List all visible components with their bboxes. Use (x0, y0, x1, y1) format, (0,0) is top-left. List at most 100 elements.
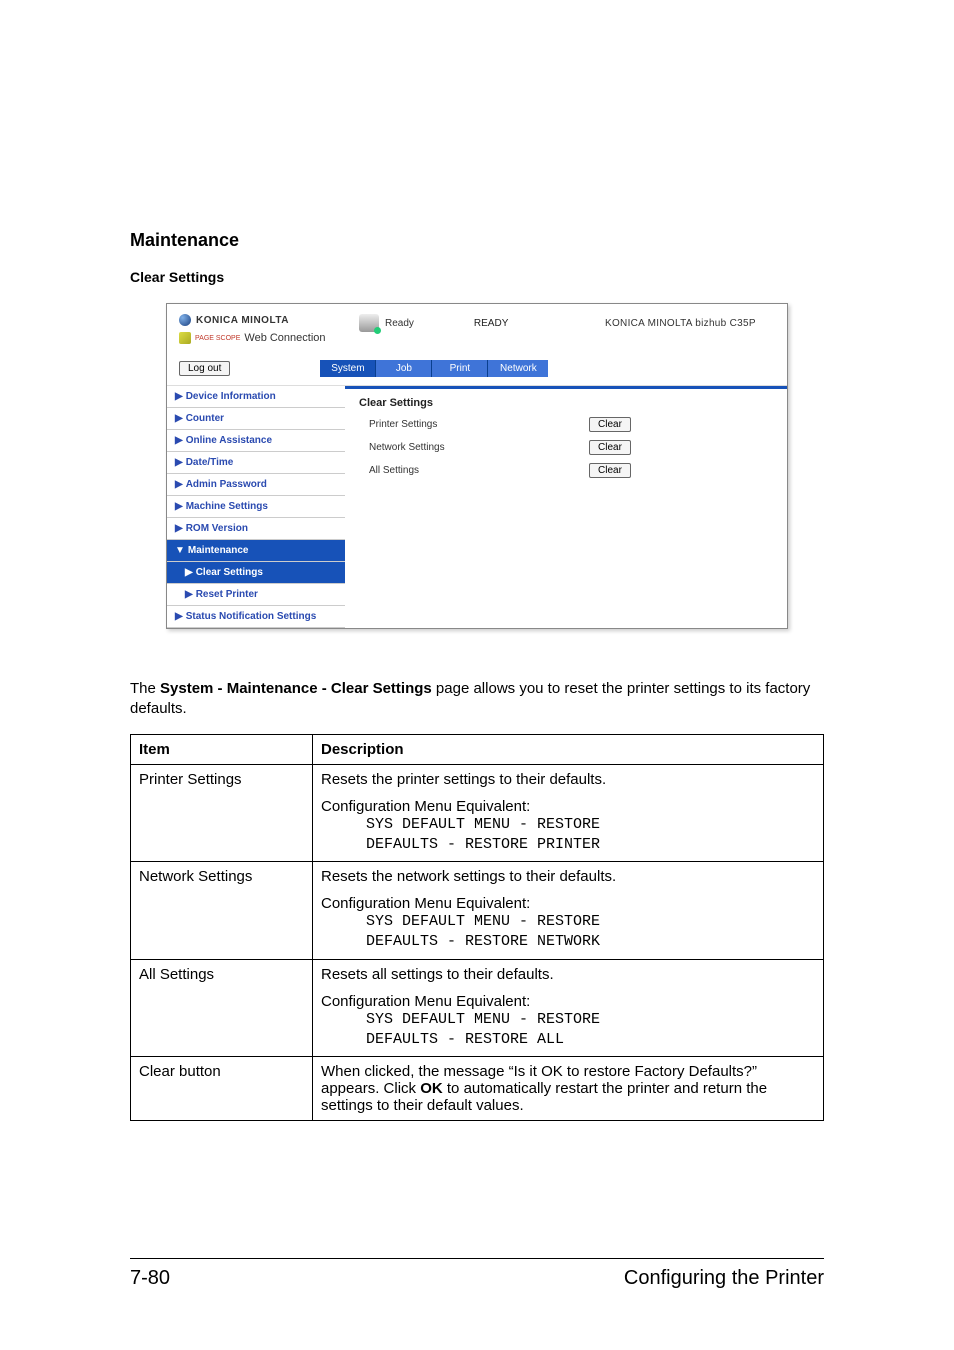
sidebar-item-label: ROM Version (186, 523, 248, 534)
logout-button[interactable]: Log out (179, 361, 230, 376)
tab-print[interactable]: Print (432, 360, 488, 377)
table-row: All Settings Resets all settings to thei… (131, 959, 824, 1057)
sidebar-item-label: Status Notification Settings (186, 611, 317, 622)
cell-desc: Resets all settings to their defaults. C… (313, 959, 824, 1057)
sidebar-item-label: Reset Printer (196, 589, 258, 600)
caret-right-icon: ▶ (185, 589, 193, 600)
sidebar-item-reset-printer[interactable]: ▶Reset Printer (167, 584, 345, 606)
col-item: Item (131, 734, 313, 764)
clear-row-network: Network Settings Clear (359, 440, 773, 455)
desc-text: Resets the network settings to their def… (321, 868, 815, 885)
sidebar-item-label: Clear Settings (196, 567, 263, 578)
desc-text: Resets all settings to their defaults. (321, 966, 815, 983)
page-footer: 7-80 Configuring the Printer (130, 1258, 824, 1290)
cell-desc: When clicked, the message “Is it OK to r… (313, 1057, 824, 1121)
status-block: Ready READY (359, 314, 605, 332)
cell-desc: Resets the network settings to their def… (313, 862, 824, 960)
caret-right-icon: ▶ (175, 391, 183, 402)
cme-path: SYS DEFAULT MENU - RESTORE DEFAULTS - RE… (366, 912, 815, 953)
heading-maintenance: Maintenance (130, 230, 824, 251)
admin-ui-screenshot: KONICA MINOLTA PAGE SCOPE Web Connection… (166, 303, 788, 629)
tab-job[interactable]: Job (376, 360, 432, 377)
sidebar-item-maintenance[interactable]: ▼Maintenance (167, 540, 345, 562)
clear-row-label: Printer Settings (359, 419, 589, 430)
toolbar: Log out System Job Print Network (167, 344, 787, 385)
caret-right-icon: ▶ (175, 479, 183, 490)
clear-button-all[interactable]: Clear (589, 463, 631, 478)
table-row: Clear button When clicked, the message “… (131, 1057, 824, 1121)
cell-item: Network Settings (131, 862, 313, 960)
caret-right-icon: ▶ (175, 457, 183, 468)
clear-row-label: All Settings (359, 465, 589, 476)
footer-section: Configuring the Printer (624, 1267, 824, 1290)
tab-bar: System Job Print Network (320, 360, 548, 377)
clear-row-label: Network Settings (359, 442, 589, 453)
caret-right-icon: ▶ (175, 611, 183, 622)
sidebar-item-label: Date/Time (186, 457, 234, 468)
tab-network[interactable]: Network (488, 360, 548, 377)
screenshot-header: KONICA MINOLTA PAGE SCOPE Web Connection… (167, 304, 787, 344)
web-connection-label: Web Connection (244, 332, 325, 344)
brand-text: KONICA MINOLTA (196, 315, 289, 326)
plug-icon (179, 332, 191, 344)
brand-block: KONICA MINOLTA PAGE SCOPE Web Connection (179, 314, 359, 344)
sidebar-item-label: Counter (186, 413, 224, 424)
printer-icon (359, 314, 379, 332)
desc-bold: OK (420, 1080, 443, 1097)
sidebar-item-label: Admin Password (186, 479, 267, 490)
sidebar-item-label: Device Information (186, 391, 276, 402)
screenshot-body: ▶Device Information ▶Counter ▶Online Ass… (167, 385, 787, 628)
sidebar-item-admin-password[interactable]: ▶Admin Password (167, 474, 345, 496)
sidebar-item-status-notification[interactable]: ▶Status Notification Settings (167, 606, 345, 628)
sidebar-item-rom-version[interactable]: ▶ROM Version (167, 518, 345, 540)
cell-item: Clear button (131, 1057, 313, 1121)
cell-desc: Resets the printer settings to their def… (313, 764, 824, 862)
page-number: 7-80 (130, 1267, 170, 1290)
cme-label: Configuration Menu Equivalent: (321, 993, 815, 1010)
content-title: Clear Settings (359, 397, 773, 409)
pagescope-label: PAGE SCOPE (195, 335, 240, 342)
cme-label: Configuration Menu Equivalent: (321, 895, 815, 912)
caret-right-icon: ▶ (175, 501, 183, 512)
status-ready-label: Ready (385, 318, 414, 329)
table-row: Network Settings Resets the network sett… (131, 862, 824, 960)
table-row: Printer Settings Resets the printer sett… (131, 764, 824, 862)
cme-path: SYS DEFAULT MENU - RESTORE DEFAULTS - RE… (366, 1010, 815, 1051)
intro-paragraph: The System - Maintenance - Clear Setting… (130, 679, 824, 720)
tab-system[interactable]: System (320, 360, 376, 377)
clear-row-printer: Printer Settings Clear (359, 417, 773, 432)
clear-row-all: All Settings Clear (359, 463, 773, 478)
ready-text: READY (474, 318, 508, 329)
sidebar-item-counter[interactable]: ▶Counter (167, 408, 345, 430)
sidebar-item-label: Maintenance (188, 545, 249, 556)
caret-down-icon: ▼ (175, 545, 185, 556)
sidebar-item-online-assistance[interactable]: ▶Online Assistance (167, 430, 345, 452)
cell-item: All Settings (131, 959, 313, 1057)
brand-line: KONICA MINOLTA (179, 314, 359, 326)
settings-table: Item Description Printer Settings Resets… (130, 734, 824, 1122)
connection-line: PAGE SCOPE Web Connection (179, 332, 359, 344)
caret-right-icon: ▶ (175, 523, 183, 534)
sidebar: ▶Device Information ▶Counter ▶Online Ass… (167, 386, 345, 628)
caret-right-icon: ▶ (175, 413, 183, 424)
heading-clear-settings: Clear Settings (130, 269, 824, 285)
para-bold: System - Maintenance - Clear Settings (160, 680, 432, 697)
model-name: KONICA MINOLTA bizhub C35P (605, 314, 775, 329)
globe-icon (179, 314, 191, 326)
desc-text: Resets the printer settings to their def… (321, 771, 815, 788)
cme-path: SYS DEFAULT MENU - RESTORE DEFAULTS - RE… (366, 815, 815, 856)
para-pre: The (130, 680, 160, 697)
sidebar-item-date-time[interactable]: ▶Date/Time (167, 452, 345, 474)
sidebar-item-machine-settings[interactable]: ▶Machine Settings (167, 496, 345, 518)
sidebar-item-clear-settings[interactable]: ▶Clear Settings (167, 562, 345, 584)
sidebar-item-label: Machine Settings (186, 501, 268, 512)
caret-right-icon: ▶ (175, 435, 183, 446)
clear-button-network[interactable]: Clear (589, 440, 631, 455)
sidebar-item-label: Online Assistance (186, 435, 272, 446)
cell-item: Printer Settings (131, 764, 313, 862)
cme-label: Configuration Menu Equivalent: (321, 798, 815, 815)
caret-right-icon: ▶ (185, 567, 193, 578)
col-description: Description (313, 734, 824, 764)
clear-button-printer[interactable]: Clear (589, 417, 631, 432)
sidebar-item-device-information[interactable]: ▶Device Information (167, 386, 345, 408)
